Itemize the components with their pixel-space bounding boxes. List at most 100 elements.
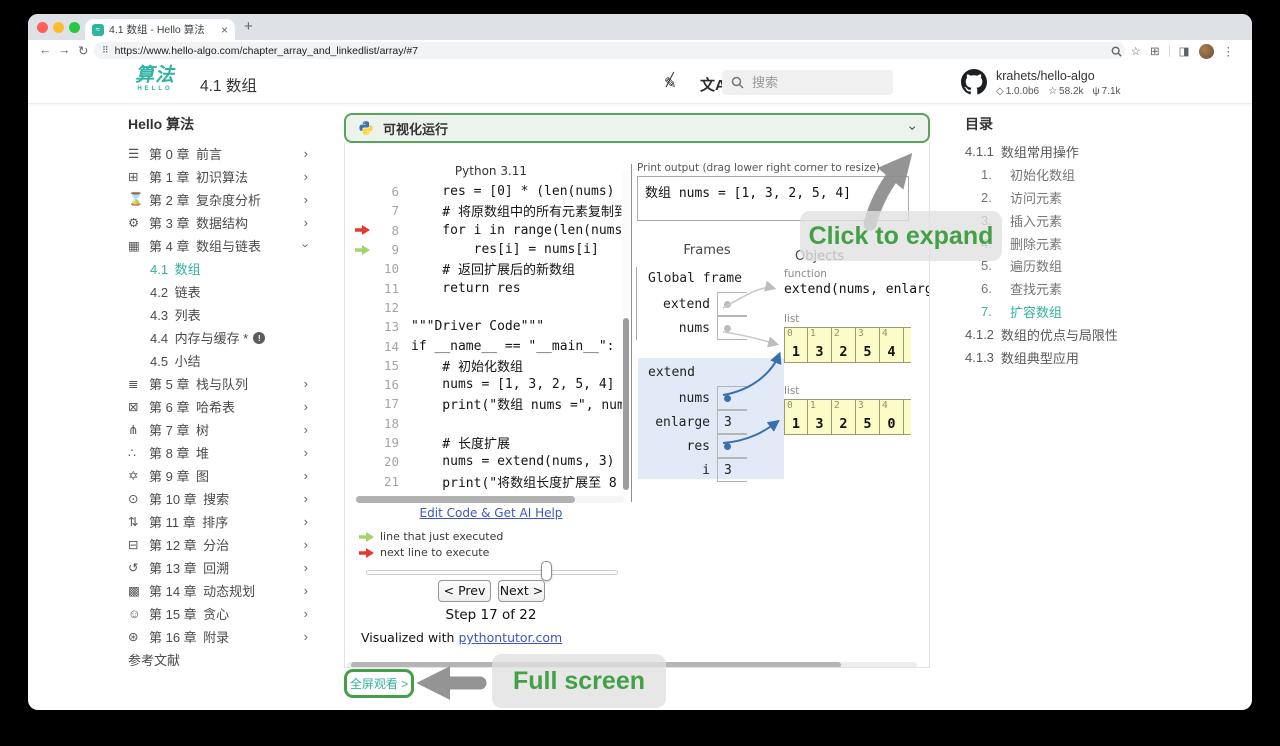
sidebar-item-第5章[interactable]: ≣第 5 章 栈与队列›: [128, 372, 308, 395]
chevron-icon: ›: [304, 468, 308, 483]
line-number: 11: [373, 281, 399, 296]
legend-next-label: next line to execute: [380, 546, 489, 559]
edit-code-link[interactable]: Edit Code & Get AI Help: [345, 506, 637, 520]
toc-item[interactable]: 4.1.2数组的优点与局限性: [960, 323, 1185, 346]
sidebar-item-第12章[interactable]: ⊟第 12 章 分治›: [128, 533, 308, 556]
code-text: # 长度扩展: [411, 433, 510, 452]
sidebar-item-label: 第 9 章 图: [149, 466, 209, 485]
search-input[interactable]: [752, 75, 872, 90]
code-listing: 6 res = [0] * (len(nums)7 # 将原数组中的所有元素复制…: [355, 182, 632, 491]
profile-avatar[interactable]: [1199, 44, 1214, 59]
sidebar-item-4.4[interactable]: 4.4 内存与缓存 *!: [128, 326, 308, 349]
cell-index: 4: [882, 328, 888, 339]
sidebar-item-第3章[interactable]: ⚙第 3 章 数据结构›: [128, 211, 308, 234]
zoom-icon[interactable]: [1111, 46, 1122, 57]
chapter-icon: ✡: [128, 468, 149, 483]
toc-item-label: 删除元素: [1010, 234, 1062, 253]
pythontutor-link[interactable]: pythontutor.com: [458, 630, 562, 645]
toc-item[interactable]: 4.1.3数组典型应用: [960, 346, 1185, 369]
list-cell: 01: [784, 327, 808, 363]
chevron-down-icon[interactable]: ›: [906, 126, 922, 131]
sidebar-item-第10章[interactable]: ⊙第 10 章 搜索›: [128, 487, 308, 510]
sidebar-item-第7章[interactable]: ⋔第 7 章 树›: [128, 418, 308, 441]
code-line: 8 for i in range(len(nums: [355, 221, 632, 240]
extend-frame: extendnumsenlarge3resi3: [638, 358, 784, 479]
forward-button[interactable]: →: [58, 43, 71, 57]
sidebar-item-第1章[interactable]: ⊞第 1 章 初识算法›: [128, 165, 308, 188]
code-line: 11 return res: [355, 278, 632, 297]
close-window-button[interactable]: [37, 22, 48, 33]
visual-run-panel-header[interactable]: 可视化运行 ›: [344, 113, 930, 143]
sidebar-item-第0章[interactable]: ☰第 0 章 前言›: [128, 142, 308, 165]
extensions-icon[interactable]: ⊞: [1150, 44, 1160, 58]
github-repo-link[interactable]: krahets/hello-algo ◇1.0.0b6 ☆58.2k ψ7.1k: [961, 69, 1121, 97]
cell-index: 0: [787, 328, 793, 339]
chapter-icon: ⊞: [128, 169, 149, 184]
print-output-label: Print output (drag lower right corner to…: [637, 162, 880, 174]
line-number: 17: [373, 396, 399, 411]
browser-window: ≈ 4.1 数组 - Hello 算法 × + ← → ↻ ⠿ https://…: [28, 14, 1252, 710]
list-type-label: list: [784, 385, 911, 397]
back-button[interactable]: ←: [39, 43, 52, 57]
sidebar-item-4.3[interactable]: 4.3 列表: [128, 303, 308, 326]
menu-kebab-icon[interactable]: ⋮: [1223, 44, 1235, 58]
sidebar-item-第9章[interactable]: ✡第 9 章 图 ›: [128, 464, 308, 487]
new-tab-button[interactable]: +: [244, 18, 253, 35]
sidebar-item-4.5[interactable]: 4.5 小结: [128, 349, 308, 372]
toc-item[interactable]: 7.扩容数组: [960, 300, 1185, 323]
sidebar-item-第6章[interactable]: ⊠第 6 章 哈希表›: [128, 395, 308, 418]
step-slider[interactable]: [366, 570, 618, 575]
fullscreen-link[interactable]: 全屏观看 >: [350, 675, 408, 692]
sidebar-item-第14章[interactable]: ▩第 14 章 动态规划›: [128, 579, 308, 602]
theme-toggle-icon[interactable]: ✎╱: [664, 74, 677, 92]
sidebar-item-第11章[interactable]: ⇅第 11 章 排序›: [128, 510, 308, 533]
address-bar[interactable]: ⠿ https://www.hello-algo.com/chapter_arr…: [94, 42, 1125, 59]
sidebar-item-label: 第 11 章 排序: [149, 512, 228, 531]
stars-value: 58.2k: [1059, 86, 1083, 97]
chapter-icon: ▩: [128, 583, 149, 598]
prev-button[interactable]: < Prev: [438, 580, 491, 602]
chevron-icon: ›: [304, 376, 308, 391]
code-vertical-scrollbar-thumb[interactable]: [623, 318, 629, 490]
bookmark-star-icon[interactable]: ☆: [1131, 44, 1141, 58]
language-label: Python 3.11: [371, 164, 611, 178]
sidebar-item[interactable]: 参考文献: [128, 648, 308, 671]
maximize-window-button[interactable]: [69, 22, 80, 33]
hello-algo-logo[interactable]: 算法 HELLO: [118, 66, 192, 92]
sidebar-item-第16章[interactable]: ⊛第 16 章 附录›: [128, 625, 308, 648]
list-object-nums: list0113223544: [784, 313, 911, 363]
reload-button[interactable]: ↻: [78, 43, 88, 58]
site-info-icon[interactable]: ⠿: [102, 45, 109, 56]
tab-close-icon[interactable]: ×: [221, 23, 228, 37]
search-box[interactable]: [722, 70, 893, 95]
list-cell: 44: [880, 327, 904, 363]
sidebar-item-第15章[interactable]: ☺第 15 章 贪心›: [128, 602, 308, 625]
side-panel-icon[interactable]: ◨: [1179, 44, 1190, 58]
sidebar-item-第8章[interactable]: ∴第 8 章 堆›: [128, 441, 308, 464]
variable-value: [717, 386, 747, 410]
sidebar-item-第13章[interactable]: ↺第 13 章 回溯›: [128, 556, 308, 579]
toc-item[interactable]: 6.查找元素: [960, 277, 1185, 300]
browser-tab[interactable]: ≈ 4.1 数组 - Hello 算法 ×: [85, 19, 235, 40]
sidebar-item-第2章[interactable]: ⌛第 2 章 复杂度分析›: [128, 188, 308, 211]
chevron-icon: ›: [298, 243, 313, 247]
line-number: 13: [373, 319, 399, 334]
next-button[interactable]: Next >: [498, 580, 545, 602]
cell-index: 4: [882, 400, 888, 411]
minimize-window-button[interactable]: [53, 22, 64, 33]
step-slider-thumb[interactable]: [541, 561, 552, 581]
sidebar-title: Hello 算法: [128, 114, 308, 138]
code-horizontal-scrollbar-thumb[interactable]: [356, 496, 575, 503]
sidebar-item-4.2[interactable]: 4.2 链表: [128, 280, 308, 303]
toc-item[interactable]: 2.访问元素: [960, 186, 1185, 209]
toc-item[interactable]: 1.初始化数组: [960, 163, 1185, 186]
chevron-icon: ›: [304, 537, 308, 552]
sidebar-item-4.1[interactable]: 4.1 数组: [128, 257, 308, 280]
toc-item-label: 初始化数组: [1010, 165, 1075, 184]
frame-variable-row: res: [648, 434, 747, 458]
sidebar-item-第4章[interactable]: ▦第 4 章 数组与链表›: [128, 234, 308, 257]
variable-name: enlarge: [648, 415, 717, 430]
red-arrow-icon: [359, 548, 374, 558]
cell-index: 3: [858, 328, 864, 339]
toc-item[interactable]: 4.1.1数组常用操作: [960, 140, 1185, 163]
